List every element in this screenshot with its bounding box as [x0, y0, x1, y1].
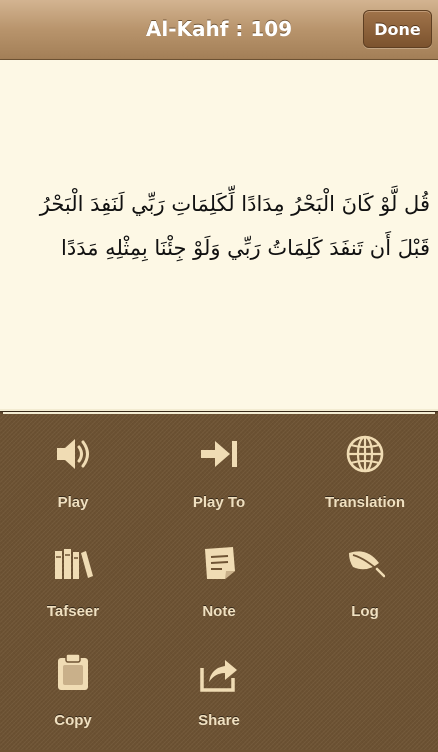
share-button[interactable]: Share	[146, 652, 292, 752]
speaker-icon	[53, 434, 93, 474]
note-label: Note	[202, 603, 236, 620]
tafseer-button[interactable]: Tafseer	[0, 543, 146, 643]
tafseer-label: Tafseer	[46, 603, 100, 620]
copy-label: Copy	[54, 712, 92, 729]
log-label: Log	[351, 603, 379, 620]
action-panel: Play Play To Translation Tafseer Note Lo…	[0, 414, 438, 750]
note-icon	[199, 543, 239, 583]
play-button[interactable]: Play	[0, 434, 146, 534]
leaf-icon	[345, 543, 385, 583]
verse-text: قُل لَّوْ كَانَ الْبَحْرُ مِدَادًا لِّكَ…	[39, 192, 430, 260]
play-to-icon	[199, 434, 239, 474]
share-label: Share	[198, 712, 240, 729]
navigation-bar: Al-Kahf : 109 Done	[0, 0, 438, 60]
play-to-button[interactable]: Play To	[146, 434, 292, 534]
globe-icon	[345, 434, 385, 474]
share-icon	[199, 652, 239, 692]
done-button[interactable]: Done	[363, 10, 432, 48]
clipboard-icon	[53, 652, 93, 692]
translation-label: Translation	[324, 494, 406, 511]
translation-button[interactable]: Translation	[292, 434, 438, 534]
note-button[interactable]: Note	[146, 543, 292, 643]
play-to-label: Play To	[192, 494, 246, 511]
log-button[interactable]: Log	[292, 543, 438, 643]
paper-edge	[0, 409, 438, 411]
verse-panel: قُل لَّوْ كَانَ الْبَحْرُ مِدَادًا لِّكَ…	[0, 60, 438, 409]
books-icon	[53, 543, 93, 583]
play-label: Play	[57, 494, 89, 511]
copy-button[interactable]: Copy	[0, 652, 146, 752]
